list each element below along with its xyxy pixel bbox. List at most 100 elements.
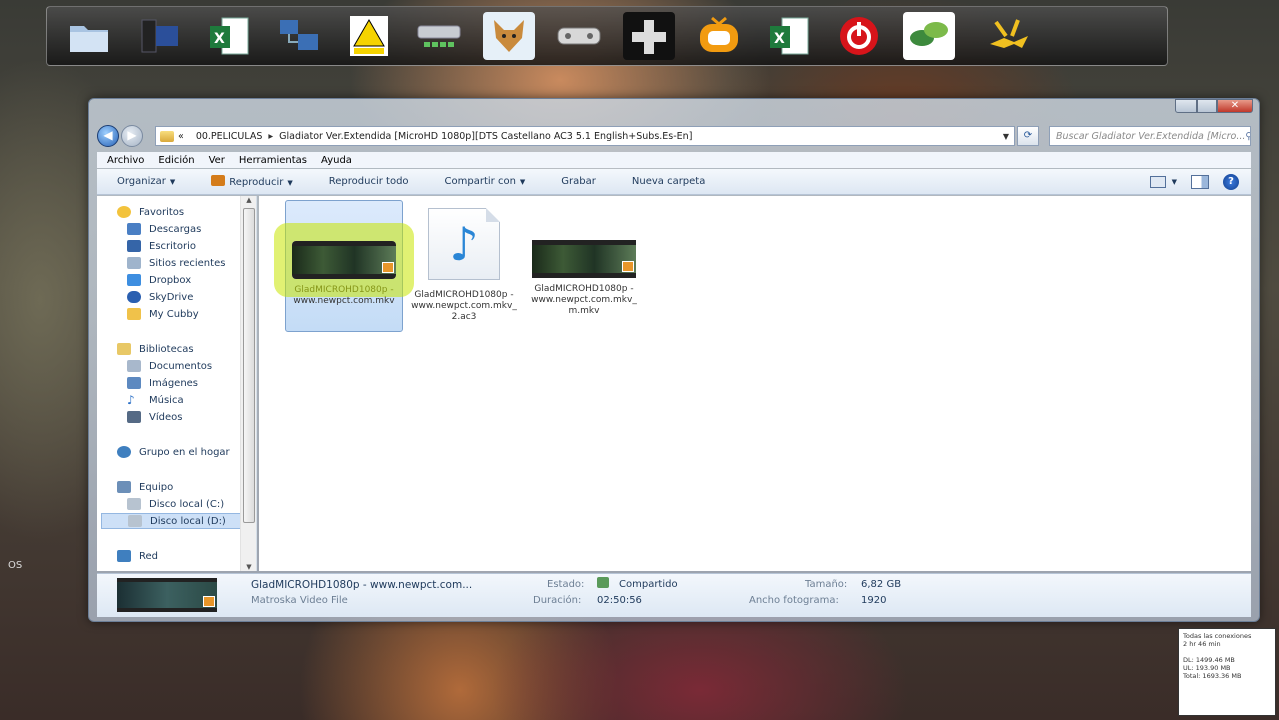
tray-upload: UL: 193.90 MB <box>1183 664 1231 672</box>
music-note-icon: ♪ <box>127 393 135 407</box>
nav-dropbox[interactable]: Dropbox <box>127 272 191 288</box>
recent-places-icon <box>127 257 141 269</box>
leaf-icon[interactable] <box>903 12 955 60</box>
back-button[interactable]: ◀ <box>97 125 119 147</box>
nav-libraries-label: Bibliotecas <box>139 343 194 355</box>
nav-desktop[interactable]: Escritorio <box>127 238 196 254</box>
play-badge-icon <box>203 596 215 607</box>
nav-recent[interactable]: Sitios recientes <box>127 255 225 271</box>
network-icon[interactable] <box>273 12 325 60</box>
new-folder-button[interactable]: Nueva carpeta <box>632 176 705 187</box>
share-state-icon <box>597 577 609 588</box>
command-bar: Organizar ▼ Reproducir ▼ Reproducir todo C… <box>97 169 1251 195</box>
preview-pane-icon[interactable] <box>1191 175 1209 189</box>
menu-herramientas[interactable]: Herramientas <box>239 155 307 166</box>
desktop-edge-label: OS <box>8 560 23 571</box>
breadcrumb-item-gladiator[interactable]: Gladiator Ver.Extendida [MicroHD 1080p][… <box>279 131 692 142</box>
nav-skydrive[interactable]: SkyDrive <box>127 289 193 305</box>
nav-scrollbar[interactable]: ▲ ▼ <box>240 196 256 571</box>
gamepad-icon[interactable] <box>553 12 605 60</box>
file-name: GladMICROHD1080p - www.newpct.com.mkv_2.… <box>411 290 517 322</box>
menu-edicion[interactable]: Edición <box>158 155 194 166</box>
close-button[interactable]: ✕ <box>1217 99 1253 113</box>
menu-ayuda[interactable]: Ayuda <box>321 155 352 166</box>
details-width-label: Ancho fotograma: <box>749 595 839 606</box>
address-bar[interactable]: « 00.PELICULAS ▸ Gladiator Ver.Extendida… <box>155 126 1015 146</box>
play-badge-icon <box>622 261 634 272</box>
audio-file-icon: ♪ <box>428 208 500 280</box>
play-badge-icon <box>382 262 394 273</box>
address-dropdown-icon[interactable]: ▼ <box>998 132 1014 141</box>
search-input[interactable]: Buscar Gladiator Ver.Extendida [Micro...… <box>1049 126 1251 146</box>
nav-images[interactable]: Imágenes <box>127 375 198 391</box>
organize-button[interactable]: Organizar ▼ <box>117 176 175 187</box>
dpad-icon[interactable] <box>623 12 675 60</box>
scroll-down-icon[interactable]: ▼ <box>241 563 257 571</box>
computer-icon[interactable] <box>133 12 185 60</box>
breadcrumb-separator-icon: ▸ <box>268 130 274 142</box>
file-item[interactable]: GladMICROHD1080p - www.newpct.com.mkv <box>285 200 403 332</box>
details-filename: GladMICROHD1080p - www.newpct.com... <box>251 579 473 591</box>
details-size-value: 6,82 GB <box>861 579 902 590</box>
navigation-pane: Favoritos Descargas Escritorio Sitios re… <box>97 196 257 571</box>
view-dropdown-icon[interactable]: ▼ <box>1172 178 1177 186</box>
documents-icon <box>127 360 141 372</box>
play-button[interactable]: Reproducir ▼ <box>211 175 293 188</box>
change-view-icon[interactable] <box>1149 176 1166 188</box>
nav-downloads-label: Descargas <box>149 223 202 235</box>
nav-music[interactable]: ♪ Música <box>127 392 184 408</box>
nav-documents-label: Documentos <box>149 360 213 372</box>
menu-ver[interactable]: Ver <box>209 155 225 166</box>
details-size-label: Tamaño: <box>805 579 848 590</box>
toolbar-right: ▼ ? <box>1136 174 1239 190</box>
details-state-label: Estado: <box>547 579 585 590</box>
nav-dropbox-label: Dropbox <box>149 274 192 286</box>
nav-videos[interactable]: Vídeos <box>127 409 182 425</box>
nav-favorites[interactable]: Favoritos <box>117 204 184 220</box>
tv-icon[interactable] <box>693 12 745 60</box>
nav-favorites-label: Favoritos <box>139 206 185 218</box>
nav-disk-d[interactable]: Disco local (D:) <box>101 513 251 529</box>
nav-music-label: Música <box>149 394 184 406</box>
explorer-window: ✕ ◀ ▶ « 00.PELICULAS ▸ Gladiator Ver.Ext… <box>88 98 1260 622</box>
power-icon[interactable] <box>833 12 885 60</box>
nav-computer[interactable]: Equipo <box>117 479 173 495</box>
forward-button[interactable]: ▶ <box>121 125 143 147</box>
share-button[interactable]: Compartir con ▼ <box>445 176 526 187</box>
nav-homegroup[interactable]: Grupo en el hogar <box>117 444 230 460</box>
nav-computer-label: Equipo <box>139 481 174 493</box>
dropbox-icon <box>127 274 141 286</box>
search-icon[interactable]: ⚲ <box>1245 131 1250 142</box>
nav-libraries[interactable]: Bibliotecas <box>117 341 194 357</box>
drive-icon[interactable] <box>413 12 465 60</box>
fox-icon[interactable] <box>483 12 535 60</box>
flag-icon[interactable] <box>983 12 1035 60</box>
minimize-button[interactable] <box>1175 99 1197 113</box>
scroll-thumb[interactable] <box>243 208 255 523</box>
refresh-button[interactable]: ⟳ <box>1017 126 1039 146</box>
maximize-button[interactable] <box>1197 99 1217 113</box>
file-item[interactable]: ♪ GladMICROHD1080p - www.newpct.com.mkv_… <box>405 200 523 332</box>
breadcrumb-item-peliculas[interactable]: 00.PELICULAS <box>196 131 263 142</box>
nav-documents[interactable]: Documentos <box>127 358 212 374</box>
nav-disk-c[interactable]: Disco local (C:) <box>127 496 224 512</box>
help-icon[interactable]: ? <box>1223 174 1239 190</box>
folder-icon[interactable] <box>63 12 115 60</box>
file-item[interactable]: GladMICROHD1080p - www.newpct.com.mkv_m.… <box>525 200 643 332</box>
nav-cubby[interactable]: My Cubby <box>127 306 199 322</box>
tray-total: Total: 1693.36 MB <box>1183 672 1242 680</box>
folder-icon <box>127 308 141 320</box>
menu-archivo[interactable]: Archivo <box>107 155 144 166</box>
folder-mini-icon <box>160 130 174 142</box>
burn-button[interactable]: Grabar <box>561 176 596 187</box>
excel-icon[interactable]: X <box>763 12 815 60</box>
drive-icon <box>127 498 141 510</box>
share-label: Compartir con <box>444 176 516 187</box>
scroll-up-icon[interactable]: ▲ <box>241 196 257 204</box>
play-all-button[interactable]: Reproducir todo <box>329 176 409 187</box>
breadcrumb-prefix[interactable]: « <box>178 131 184 142</box>
excel-icon[interactable]: X <box>203 12 255 60</box>
nav-network[interactable]: Red <box>117 548 158 564</box>
warning-sign-icon[interactable] <box>343 12 395 60</box>
nav-downloads[interactable]: Descargas <box>127 221 201 237</box>
